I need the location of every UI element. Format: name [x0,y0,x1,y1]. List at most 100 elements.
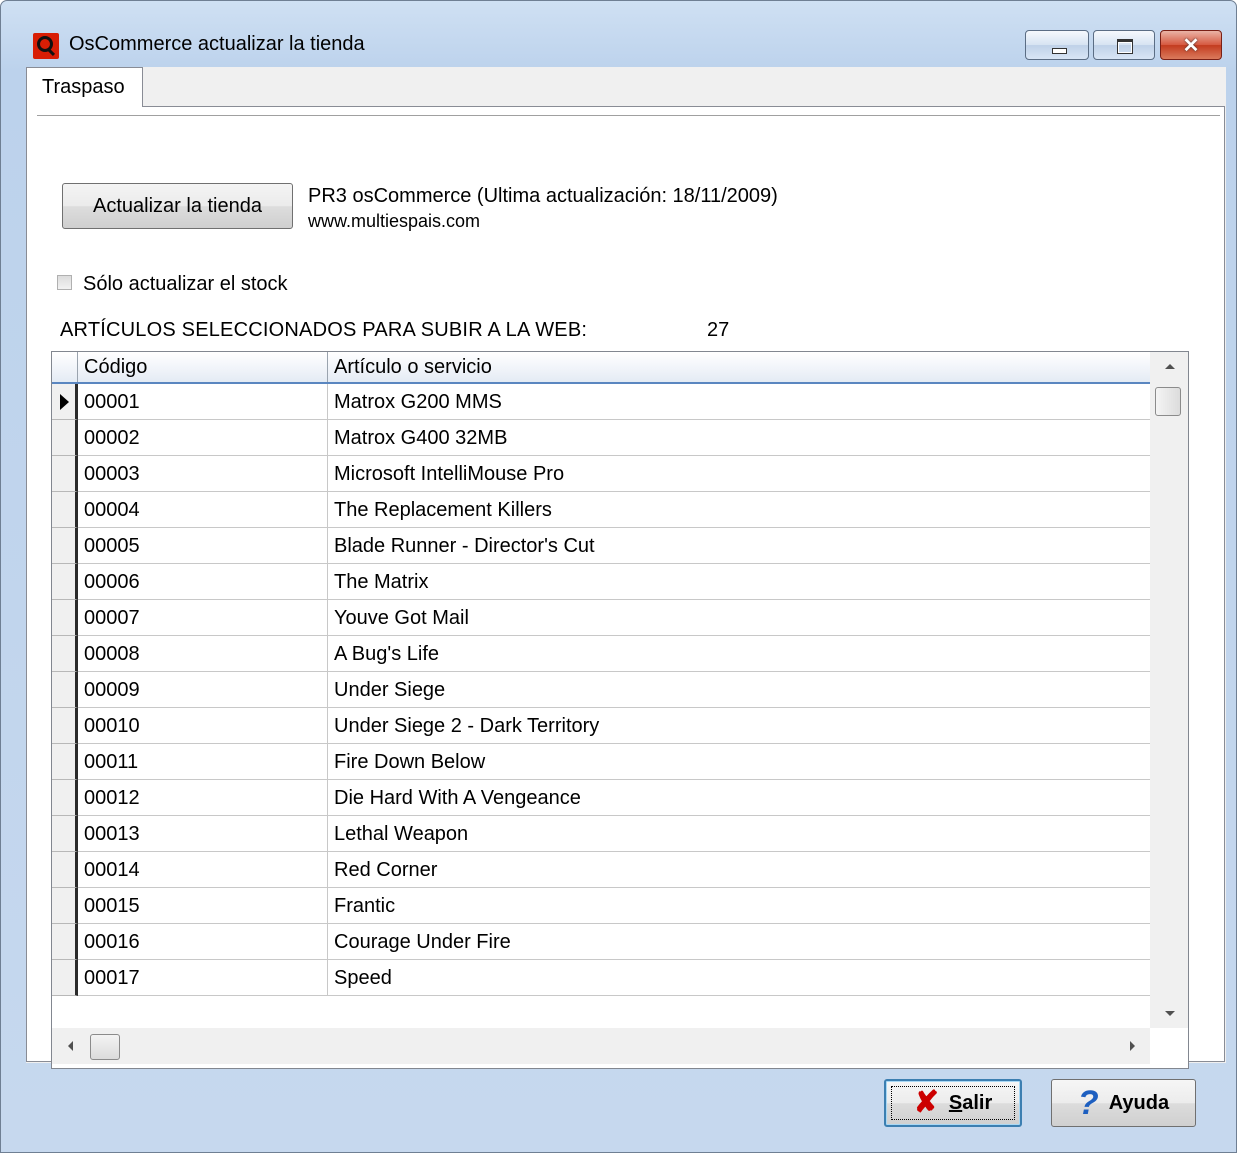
row-indicator-cell[interactable] [52,816,78,852]
table-row[interactable]: 00008 A Bug's Life [52,636,1150,672]
row-indicator-cell[interactable] [52,852,78,888]
q-logo-icon[interactable] [33,33,59,59]
row-indicator-cell[interactable] [52,960,78,996]
cell-code[interactable]: 00009 [78,672,328,708]
cell-article[interactable]: Lethal Weapon [328,816,1150,852]
current-row-indicator-icon[interactable] [52,384,78,420]
cell-article[interactable]: A Bug's Life [328,636,1150,672]
table-row[interactable]: 00017 Speed [52,960,1150,996]
table-row[interactable]: 00012 Die Hard With A Vengeance [52,780,1150,816]
cell-article[interactable]: Under Siege [328,672,1150,708]
cell-code[interactable]: 00011 [78,744,328,780]
cell-article[interactable]: Microsoft IntelliMouse Pro [328,456,1150,492]
scroll-right-arrow-icon[interactable] [1130,1041,1135,1051]
table-row[interactable]: 00011 Fire Down Below [52,744,1150,780]
selected-items-label: ARTÍCULOS SELECCIONADOS PARA SUBIR A LA … [60,319,588,341]
help-button-label: Ayuda [1108,1091,1170,1114]
table-row[interactable]: 00014 Red Corner [52,852,1150,888]
table-row[interactable]: 00015 Frantic [52,888,1150,924]
cell-code[interactable]: 00002 [78,420,328,456]
cell-article[interactable]: Matrox G200 MMS [328,384,1150,420]
table-row[interactable]: 00010 Under Siege 2 - Dark Territory [52,708,1150,744]
cell-article[interactable]: Fire Down Below [328,744,1150,780]
row-indicator-cell[interactable] [52,600,78,636]
row-indicator-cell[interactable] [52,708,78,744]
table-row[interactable]: 00013 Lethal Weapon [52,816,1150,852]
cell-article[interactable]: The Matrix [328,564,1150,600]
cell-article[interactable]: Matrox G400 32MB [328,420,1150,456]
cell-code[interactable]: 00017 [78,960,328,996]
cell-article[interactable]: Frantic [328,888,1150,924]
cell-code[interactable]: 00012 [78,780,328,816]
table-row[interactable]: 00007 Youve Got Mail [52,600,1150,636]
table-row[interactable]: 00003 Microsoft IntelliMouse Pro [52,456,1150,492]
close-icon: ✕ [1182,35,1200,57]
cell-article[interactable]: Red Corner [328,852,1150,888]
column-header-code[interactable]: Código [78,352,328,382]
row-indicator-cell[interactable] [52,924,78,960]
table-row[interactable]: 00006 The Matrix [52,564,1150,600]
scroll-left-arrow-icon[interactable] [68,1041,73,1051]
row-indicator-cell[interactable] [52,888,78,924]
cell-article[interactable]: Under Siege 2 - Dark Territory [328,708,1150,744]
row-indicator-cell[interactable] [52,744,78,780]
table-row[interactable]: 00016 Courage Under Fire [52,924,1150,960]
cell-code[interactable]: 00001 [78,384,328,420]
exit-button[interactable]: ✘ Salir [884,1079,1022,1127]
minimize-button[interactable] [1025,30,1089,60]
cell-article[interactable]: Blade Runner - Director's Cut [328,528,1150,564]
column-header-article[interactable]: Artículo o servicio [328,352,1150,382]
cell-code[interactable]: 00015 [78,888,328,924]
minimize-icon [1052,48,1067,54]
scroll-up-arrow-icon[interactable] [1165,364,1175,369]
cell-article[interactable]: Speed [328,960,1150,996]
table-row[interactable]: 00009 Under Siege [52,672,1150,708]
close-button[interactable]: ✕ [1160,30,1222,60]
title-bar[interactable]: OsCommerce actualizar la tienda ✕ [1,1,1236,65]
maximize-icon [1117,39,1133,54]
vertical-scrollbar[interactable] [1150,352,1188,1028]
cell-code[interactable]: 00013 [78,816,328,852]
cell-code[interactable]: 00016 [78,924,328,960]
maximize-button[interactable] [1093,30,1155,60]
row-indicator-cell[interactable] [52,456,78,492]
cell-code[interactable]: 00010 [78,708,328,744]
cell-code[interactable]: 00008 [78,636,328,672]
help-button[interactable]: ? Ayuda [1051,1079,1196,1127]
header-indicator-cell [52,352,78,382]
table-row[interactable]: 00004 The Replacement Killers [52,492,1150,528]
exit-button-label: Salir [948,1091,993,1114]
row-indicator-cell[interactable] [52,672,78,708]
row-indicator-cell[interactable] [52,528,78,564]
vertical-scroll-thumb[interactable] [1155,387,1181,416]
row-indicator-cell[interactable] [52,492,78,528]
row-indicator-cell[interactable] [52,780,78,816]
horizontal-scroll-thumb[interactable] [90,1034,120,1060]
cell-article[interactable]: Courage Under Fire [328,924,1150,960]
horizontal-scrollbar[interactable] [52,1028,1150,1064]
grid-rows: 00001 Matrox G200 MMS 00002 Matrox G400 32M… [52,384,1150,996]
row-indicator-cell[interactable] [52,636,78,672]
only-stock-label[interactable]: Sólo actualizar el stock [83,273,288,296]
table-row[interactable]: 00005 Blade Runner - Director's Cut [52,528,1150,564]
table-row[interactable]: 00002 Matrox G400 32MB [52,420,1150,456]
cell-article[interactable]: The Replacement Killers [328,492,1150,528]
row-indicator-cell[interactable] [52,564,78,600]
table-row[interactable]: 00001 Matrox G200 MMS [52,384,1150,420]
items-grid[interactable]: Código Artículo o servicio 00001 Matrox G… [51,351,1189,1069]
cell-code[interactable]: 00014 [78,852,328,888]
cell-code[interactable]: 00003 [78,456,328,492]
cell-code[interactable]: 00005 [78,528,328,564]
window-title: OsCommerce actualizar la tienda [69,33,365,55]
cell-article[interactable]: Die Hard With A Vengeance [328,780,1150,816]
store-info-text: PR3 osCommerce (Ultima actualización: 18… [308,185,778,207]
row-indicator-cell[interactable] [52,420,78,456]
update-store-button[interactable]: Actualizar la tienda [62,183,293,229]
only-stock-checkbox[interactable] [57,275,72,290]
cell-code[interactable]: 00006 [78,564,328,600]
scroll-down-arrow-icon[interactable] [1165,1011,1175,1016]
cell-article[interactable]: Youve Got Mail [328,600,1150,636]
tab-traspaso[interactable]: Traspaso [26,67,143,107]
cell-code[interactable]: 00004 [78,492,328,528]
cell-code[interactable]: 00007 [78,600,328,636]
